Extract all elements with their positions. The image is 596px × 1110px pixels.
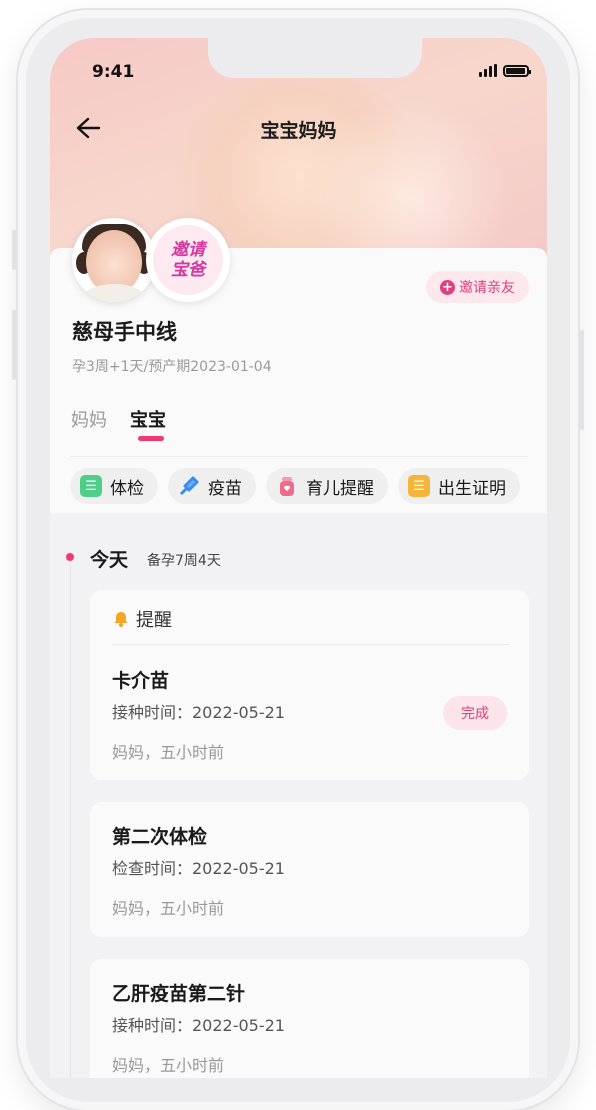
invite-family-label: 邀请亲友	[459, 280, 515, 296]
reminder-title: 卡介苗	[112, 670, 170, 692]
reminder-who: 妈妈，五小时前	[112, 743, 225, 762]
category-chips: ☰ 体检 疫苗 育儿提醒 ☰ 出生证明	[70, 468, 520, 504]
side-button-volume-up	[12, 310, 16, 380]
reminder-card[interactable]: 提醒 卡介苗 接种时间：2022-05-21 妈妈，五小时前 完成	[90, 590, 529, 780]
reminder-meta: 接种时间：2022-05-21	[112, 703, 285, 722]
battery-icon	[503, 65, 531, 77]
reminder-section-label: 提醒	[136, 610, 172, 631]
done-button[interactable]: 完成	[443, 696, 507, 730]
chip-label: 出生证明	[438, 478, 506, 499]
chip-vaccine[interactable]: 疫苗	[168, 468, 256, 504]
invite-avatar-line2: 宝爸	[171, 260, 205, 280]
profile-name: 慈母手中线	[72, 320, 177, 344]
bell-icon	[114, 612, 128, 627]
timeline-day-sub: 备孕7周4天	[147, 553, 221, 569]
chip-label: 体检	[110, 478, 144, 499]
chip-birth-certificate[interactable]: ☰ 出生证明	[398, 468, 520, 504]
plus-icon: +	[440, 279, 455, 295]
reminder-who: 妈妈，五小时前	[112, 899, 225, 918]
invite-avatar-line1: 邀请	[171, 240, 205, 260]
reminder-who: 妈妈，五小时前	[112, 1056, 225, 1075]
reminder-header: 提醒	[112, 606, 172, 632]
invite-family-button[interactable]: + 邀请亲友	[426, 271, 529, 303]
active-tab-indicator	[138, 436, 164, 441]
page-title: 宝宝妈妈	[260, 120, 337, 142]
chip-checkup[interactable]: ☰ 体检	[70, 468, 158, 504]
checkup-icon: ☰	[80, 475, 102, 497]
divider	[70, 456, 528, 457]
invite-dad-avatar[interactable]: 邀请 宝爸	[146, 218, 230, 302]
tab-mama[interactable]: 妈妈	[71, 406, 107, 432]
bottle-icon	[276, 475, 298, 497]
signal-icon	[479, 64, 497, 77]
timeline-day-label: 今天	[90, 549, 129, 571]
status-time: 9:41	[92, 62, 135, 82]
chip-parenting-reminder[interactable]: 育儿提醒	[266, 468, 388, 504]
timeline-dot	[66, 553, 74, 561]
side-button-silent	[12, 230, 16, 270]
timeline-line	[70, 566, 71, 1078]
reminder-card[interactable]: 乙肝疫苗第二针 接种时间：2022-05-21 妈妈，五小时前	[90, 959, 529, 1078]
side-button-power	[580, 330, 584, 430]
reminder-title: 乙肝疫苗第二针	[112, 983, 246, 1005]
reminder-card[interactable]: 第二次体检 检查时间：2022-05-21 妈妈，五小时前	[90, 802, 529, 937]
chip-label: 育儿提醒	[306, 478, 374, 499]
divider	[112, 644, 509, 645]
chip-label: 疫苗	[208, 478, 242, 499]
avatar[interactable]	[72, 218, 156, 302]
tab-baby[interactable]: 宝宝	[130, 406, 166, 432]
reminder-title: 第二次体检	[112, 826, 208, 848]
reminder-meta: 接种时间：2022-05-21	[112, 1016, 285, 1035]
certificate-icon: ☰	[408, 475, 430, 497]
profile-subtitle: 孕3周+1天/预产期2023-01-04	[72, 359, 272, 375]
status-icons	[479, 64, 531, 77]
screen: 9:41 宝宝妈妈 邀请 宝爸 + 邀请亲友 慈母手中线 孕3周+1天/预产期2…	[50, 38, 547, 1078]
vaccine-icon	[178, 475, 200, 497]
reminder-meta: 检查时间：2022-05-21	[112, 859, 285, 878]
notch	[208, 38, 422, 78]
